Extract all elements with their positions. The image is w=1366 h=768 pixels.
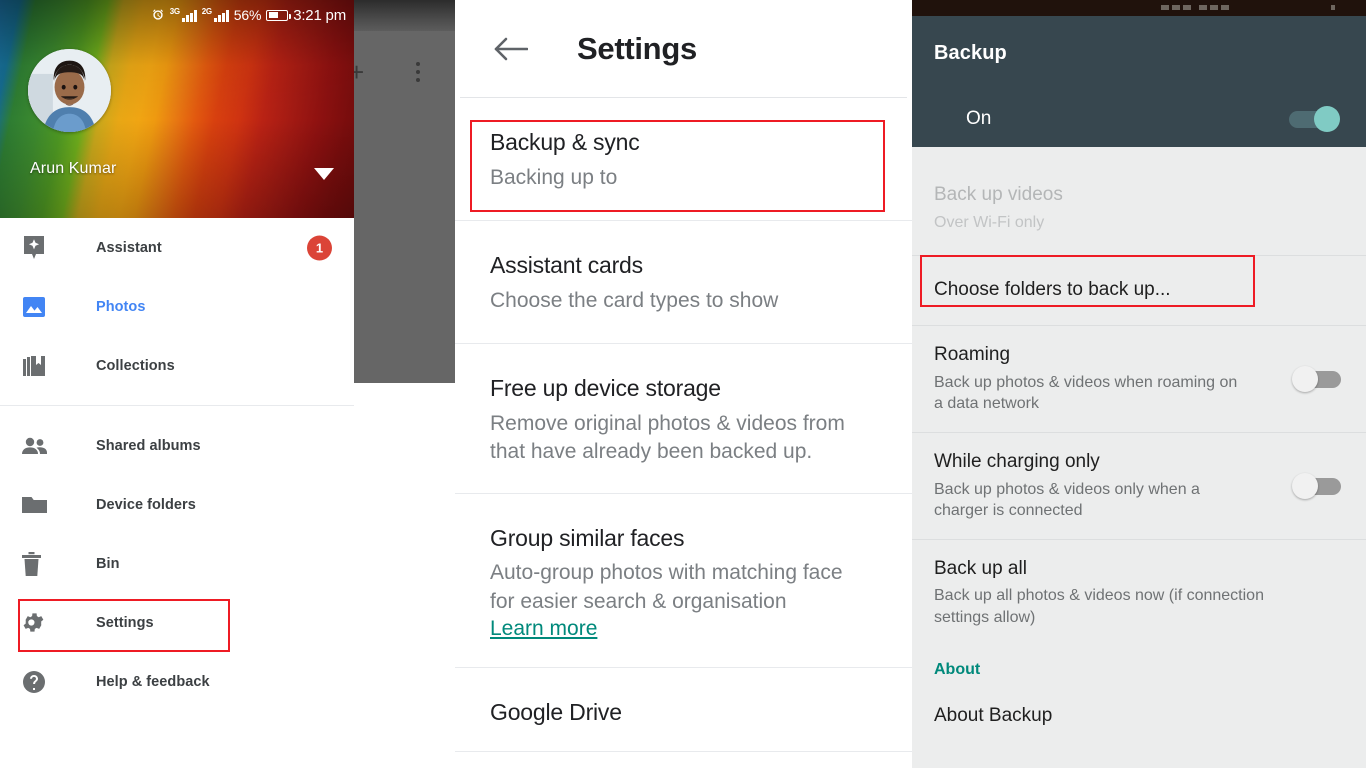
folder-icon	[22, 495, 52, 515]
backup-row-title: Back up all	[934, 557, 1027, 579]
settings-row-title: Google Drive	[490, 699, 622, 726]
settings-row-google-drive[interactable]: Google Drive	[455, 668, 912, 752]
device-status-bar	[912, 0, 1366, 16]
page-title: Settings	[577, 30, 697, 66]
sidebar-item-label: Help & feedback	[96, 673, 210, 690]
settings-row-title: Group similar faces	[490, 524, 685, 551]
backup-master-toggle[interactable]	[1286, 105, 1342, 132]
people-icon	[22, 437, 52, 455]
settings-row-subtitle: Backing up to	[490, 165, 618, 189]
backup-row-title: Back up videos	[934, 184, 1063, 205]
backup-row-title: Choose folders to back up...	[934, 279, 1171, 301]
backup-row-back-up-videos: Back up videos Over Wi-Fi only	[912, 161, 1366, 257]
more-vertical-icon[interactable]	[412, 62, 424, 86]
back-arrow-icon[interactable]	[491, 29, 531, 69]
gear-icon	[22, 610, 52, 635]
sidebar-item-assistant[interactable]: Assistant 1	[0, 218, 354, 277]
sidebar-item-device-folders[interactable]: Device folders	[0, 475, 354, 534]
sidebar-item-settings[interactable]: Settings	[0, 593, 354, 652]
sidebar-item-help-feedback[interactable]: Help & feedback	[0, 652, 354, 711]
settings-row-subtitle: Auto-group photos with matching face for…	[490, 561, 843, 613]
sidebar-item-label: Device folders	[96, 496, 196, 513]
battery-icon	[266, 9, 292, 21]
sidebar-item-label: Shared albums	[96, 437, 201, 454]
status-bar: 3G 2G 56% 3:21 pm	[0, 0, 354, 30]
backup-row-title: Roaming	[934, 343, 1011, 365]
screenshot-root: + 3G 2G 56% 3:21 pm Arun Kumar Assistant…	[0, 0, 1366, 768]
signal-3g-icon: 3G	[170, 7, 197, 22]
sidebar-item-label: Photos	[96, 298, 146, 315]
sidebar-item-photos[interactable]: Photos	[0, 277, 354, 336]
settings-row-title: Free up device storage	[490, 375, 721, 402]
backup-row-about-backup[interactable]: About Backup	[912, 689, 1366, 743]
trash-bin-icon	[22, 551, 52, 576]
battery-percent: 56%	[233, 7, 262, 23]
settings-appbar: Settings	[455, 0, 912, 97]
settings-row-free-up-storage[interactable]: Free up device storage Remove original p…	[455, 344, 912, 494]
chevron-down-icon[interactable]	[314, 168, 334, 186]
learn-more-link[interactable]: Learn more	[490, 617, 597, 641]
help-question-icon	[22, 670, 52, 694]
settings-row-group-similar-faces[interactable]: Group similar faces Auto-group photos wi…	[455, 494, 912, 669]
backup-master-toggle-row[interactable]: On	[912, 90, 1366, 147]
page-title: Backup	[934, 41, 1007, 64]
assistant-badge-count: 1	[307, 235, 332, 260]
sidebar-item-label: Assistant	[96, 239, 162, 256]
backup-row-back-up-all[interactable]: Back up all Back up all photos & videos …	[912, 540, 1366, 637]
settings-panel: Settings Backup & sync Backing up to Ass…	[455, 0, 912, 768]
avatar[interactable]	[28, 49, 111, 132]
alarm-clock-icon	[151, 8, 165, 22]
drawer-account-header[interactable]: 3G 2G 56% 3:21 pm Arun Kumar	[0, 0, 354, 218]
backup-row-subtitle: Back up photos & videos when roaming on …	[934, 373, 1238, 413]
backup-row-roaming[interactable]: Roaming Back up photos & videos when roa…	[912, 326, 1366, 433]
backup-master-toggle-label: On	[966, 107, 992, 129]
account-name: Arun Kumar	[30, 160, 117, 177]
clock-time: 3:21 pm	[293, 6, 346, 24]
backup-row-subtitle: Over Wi-Fi only	[934, 213, 1045, 231]
sidebar-item-bin[interactable]: Bin	[0, 534, 354, 593]
assistant-sparkle-icon	[22, 235, 52, 260]
drawer-scrim[interactable]	[354, 0, 455, 383]
settings-row-title: Assistant cards	[490, 252, 643, 279]
backup-row-subtitle: Back up photos & videos only when a char…	[934, 480, 1200, 520]
collections-book-icon	[22, 354, 52, 378]
settings-row-assistant-cards[interactable]: Assistant cards Choose the card types to…	[455, 221, 912, 345]
backup-appbar: Backup	[912, 16, 1366, 90]
photos-image-icon	[22, 295, 52, 319]
backup-row-while-charging-only[interactable]: While charging only Back up photos & vid…	[912, 433, 1366, 540]
settings-row-title: Backup & sync	[490, 129, 640, 155]
photos-drawer-panel: + 3G 2G 56% 3:21 pm Arun Kumar Assistant…	[0, 0, 455, 768]
while-charging-toggle[interactable]	[1292, 472, 1348, 499]
list-top-spacer	[912, 147, 1366, 161]
backup-options-list: Back up videos Over Wi-Fi only Choose fo…	[912, 147, 1366, 743]
settings-row-subtitle: Choose the card types to show	[490, 288, 779, 312]
section-header-about: About	[934, 660, 981, 678]
backup-row-subtitle: Back up all photos & videos now (if conn…	[934, 587, 1264, 626]
drawer-nav-list: Assistant 1 Photos Collections Shared al…	[0, 218, 354, 711]
scrim-status-bar	[354, 0, 455, 31]
backup-panel: Backup On Back up videos Over Wi-Fi only…	[912, 0, 1366, 768]
signal-2g-icon: 2G	[202, 7, 229, 22]
backup-row-choose-folders[interactable]: Choose folders to back up...	[912, 256, 1366, 326]
backup-row-title: While charging only	[934, 450, 1100, 472]
roaming-toggle[interactable]	[1292, 365, 1348, 392]
sidebar-item-collections[interactable]: Collections	[0, 336, 354, 395]
sidebar-item-label: Bin	[96, 555, 120, 572]
sidebar-item-label: Collections	[96, 357, 175, 374]
sidebar-item-label: Settings	[96, 614, 154, 631]
settings-row-subtitle: Remove original photos & videos from tha…	[490, 411, 845, 464]
settings-row-backup-sync[interactable]: Backup & sync Backing up to	[455, 98, 912, 222]
sidebar-item-shared-albums[interactable]: Shared albums	[0, 416, 354, 475]
drawer-divider	[0, 405, 354, 406]
